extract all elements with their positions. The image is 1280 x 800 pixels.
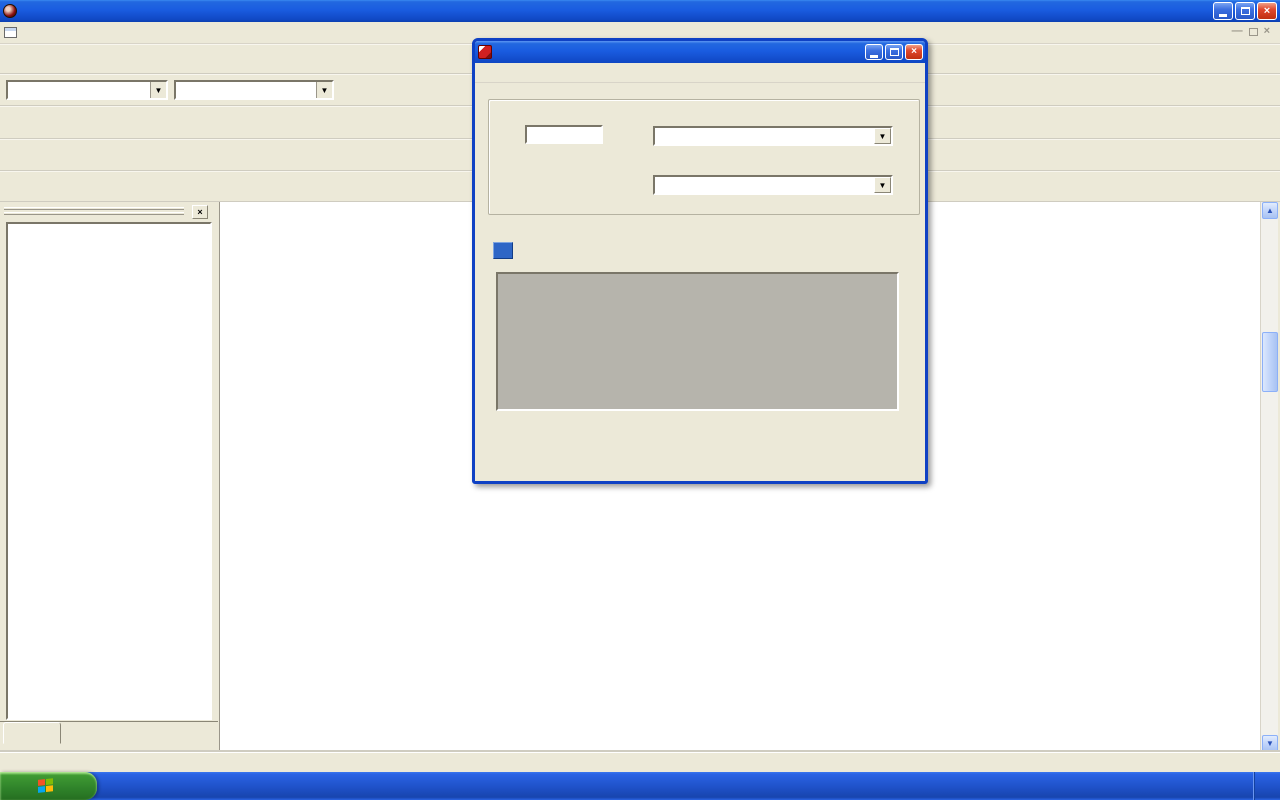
project-tree-panel: × [0,202,218,752]
module-parameter-table [496,272,899,411]
windows-flag-icon [38,778,54,794]
start-io-input[interactable] [525,125,603,144]
chevron-down-icon[interactable]: ▼ [874,128,891,144]
minimize-button[interactable] [1213,2,1233,20]
chevron-down-icon[interactable]: ▼ [874,177,891,193]
restore-button[interactable] [1235,2,1255,20]
model-name-select[interactable]: ▼ [653,175,893,195]
module-type-select[interactable]: ▼ [653,126,893,146]
program-combo[interactable]: ▼ [6,80,168,100]
mdi-minimize-icon[interactable]: — [1232,26,1243,37]
chevron-down-icon[interactable]: ▼ [316,82,332,98]
param-tab[interactable] [493,242,513,259]
dialog-menu-bar [475,63,925,83]
mdi-close-icon[interactable]: × [1264,26,1270,37]
dialog-maximize-button[interactable] [885,44,903,60]
target-module-groupbox [488,99,920,215]
scroll-down-icon[interactable]: ▼ [1262,735,1278,752]
panel-grip[interactable] [4,212,184,215]
status-bar [0,752,1280,772]
dialog-minimize-button[interactable] [865,44,883,60]
project-tree [6,222,212,720]
chevron-down-icon[interactable]: ▼ [150,82,166,98]
mdi-restore-icon[interactable] [1249,28,1258,36]
scroll-thumb[interactable] [1262,332,1278,392]
system-tray [1253,772,1280,800]
device-combo[interactable]: ▼ [174,80,334,100]
taskbar [0,772,1280,800]
gx-developer-app-icon [3,4,17,18]
utility-app-icon [478,45,492,59]
panel-grip[interactable] [4,207,184,210]
start-button[interactable] [0,772,97,800]
child-window-icon[interactable] [4,27,17,38]
panel-close-icon[interactable]: × [192,205,208,219]
close-button[interactable]: × [1257,2,1277,20]
project-tab[interactable] [3,722,61,744]
main-title-bar: × [0,0,1280,22]
ladder-scrollbar[interactable]: ▲ ▼ [1260,202,1278,752]
dialog-intelligent-utility: × ▼ ▼ [472,38,928,484]
dialog-title-bar: × [475,41,925,63]
mdi-child-controls: — × [1232,26,1270,37]
dialog-close-button[interactable]: × [905,44,923,60]
scroll-up-icon[interactable]: ▲ [1262,202,1278,219]
